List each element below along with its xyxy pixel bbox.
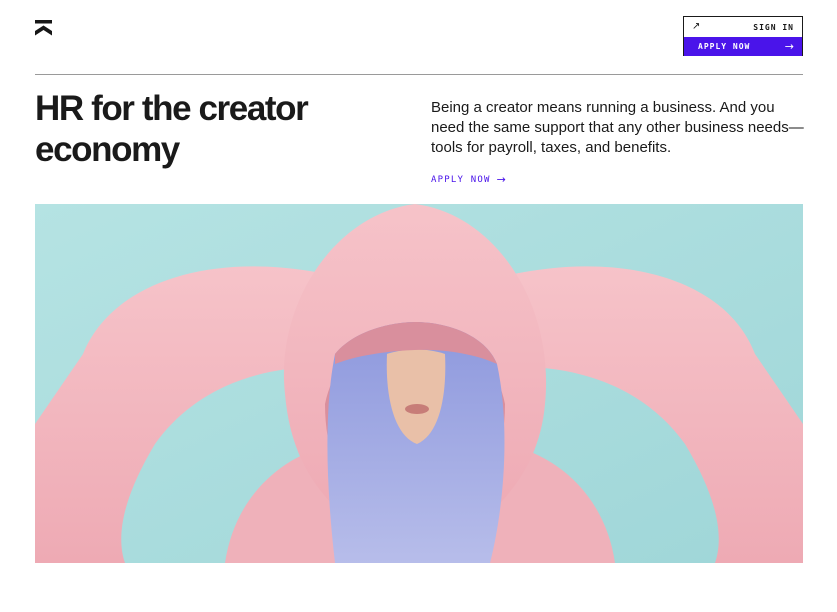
arrow-right-icon: →: [496, 173, 506, 186]
sign-in-label: SIGN IN: [753, 22, 794, 32]
hero-illustration: [35, 204, 803, 563]
header-divider: [35, 74, 803, 75]
auth-box: ↗ SIGN IN APPLY NOW →: [683, 16, 803, 56]
arrow-right-icon: →: [784, 40, 794, 53]
hero-description: Being a creator means running a business…: [431, 99, 804, 156]
apply-now-link[interactable]: APPLY NOW →: [431, 174, 506, 185]
apply-now-button[interactable]: APPLY NOW →: [684, 37, 802, 56]
chevron-stack-logo-icon: [35, 20, 52, 36]
apply-now-link-label: APPLY NOW: [431, 174, 491, 185]
arrow-up-right-icon: ↗: [692, 21, 701, 32]
hero-image: [35, 204, 803, 563]
sign-in-button[interactable]: ↗ SIGN IN: [684, 17, 802, 37]
company-logo[interactable]: [35, 20, 52, 37]
page-title: HR for the creator economy: [35, 89, 309, 169]
apply-now-label: APPLY NOW: [698, 42, 751, 51]
